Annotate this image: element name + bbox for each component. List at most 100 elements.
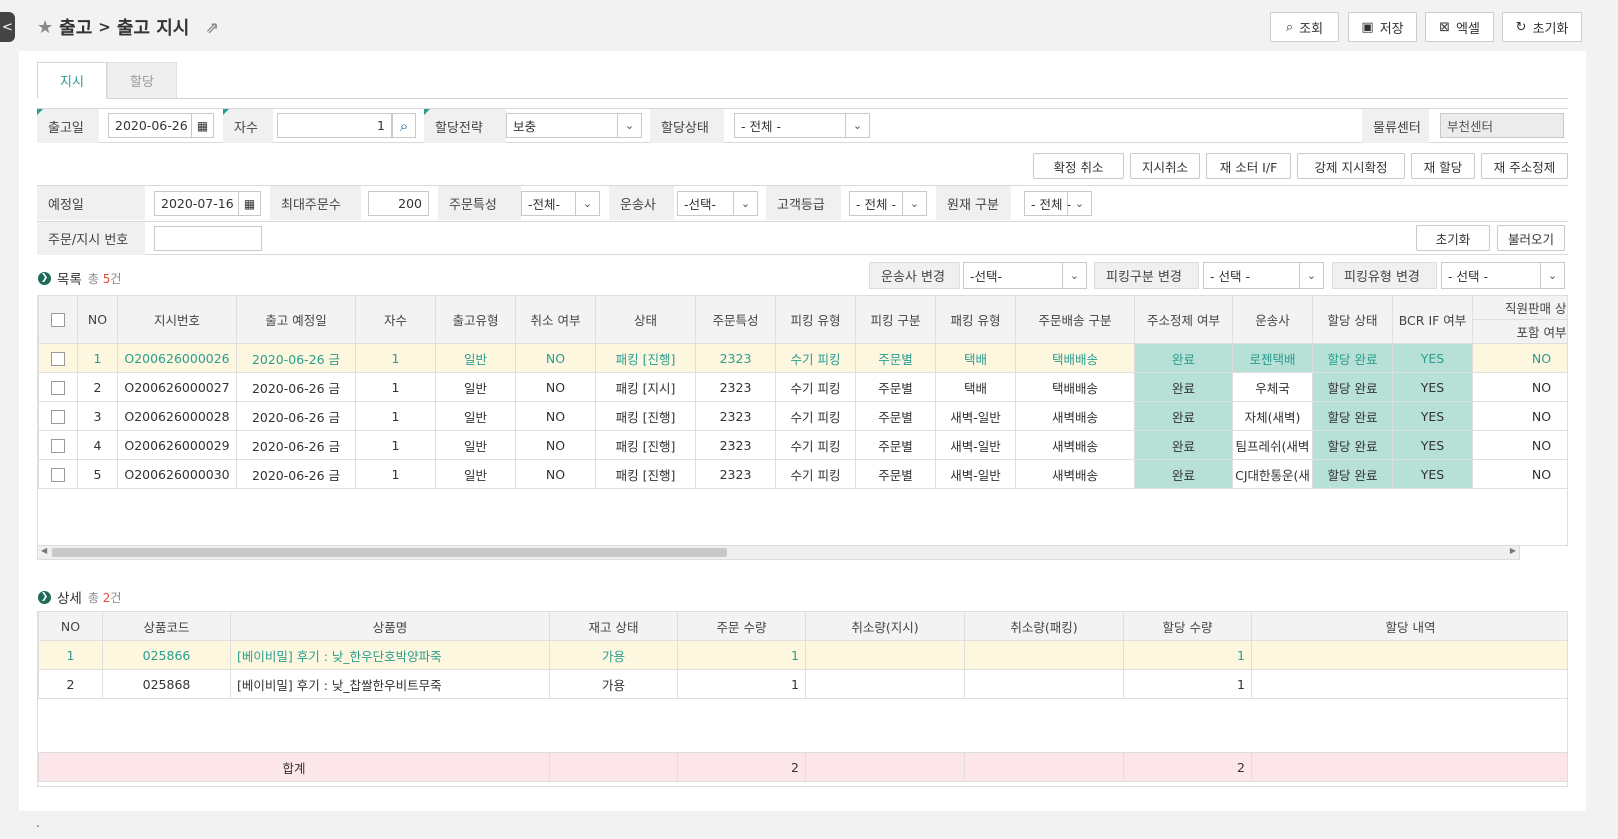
table-row[interactable]: 3 O200626000028 2020-06-26 금 1 일반 NO 패킹 [진행] 23…: [38, 401, 1567, 431]
order-attr-select[interactable]: -전체- ⌄: [521, 191, 600, 216]
detail-col-code[interactable]: 상품코드: [102, 611, 231, 641]
col-instruction-no[interactable]: 지시번호: [117, 295, 237, 344]
carrier-select[interactable]: -선택- ⌄: [677, 191, 758, 216]
pick-type-change-select[interactable]: - 선택 - ⌄: [1441, 262, 1565, 289]
col-ship-plan-date[interactable]: 출고 예정일: [236, 295, 356, 344]
filter-reset-button[interactable]: 초기화: [1416, 225, 1490, 251]
row-checkbox[interactable]: [51, 409, 65, 424]
table-row[interactable]: 4 O200626000029 2020-06-26 금 1 일반 NO 패킹 [진행] 23…: [38, 430, 1567, 460]
col-no[interactable]: NO: [77, 295, 118, 344]
col-pack-type[interactable]: 패킹 유형: [935, 295, 1016, 344]
row-checkbox[interactable]: [51, 438, 65, 453]
cell: 2020-06-26 금: [236, 372, 356, 402]
detail-col-name[interactable]: 상품명: [230, 611, 550, 641]
cell: NO: [1472, 372, 1567, 402]
tab-allocation[interactable]: 할당: [107, 62, 177, 99]
col-pick-div[interactable]: 피킹 구분: [855, 295, 936, 344]
row-checkbox-cell[interactable]: [38, 459, 78, 489]
col-employee-sale[interactable]: 직원판매 상품: [1472, 295, 1567, 320]
round-input[interactable]: 1: [277, 113, 392, 138]
filter-row-1: 출고일 2020-06-26 ▦ 자수 1 ⌕ 할당전략 보충 ⌄ 할당상태 - 전…: [37, 108, 1568, 143]
pick-div-change-select[interactable]: - 선택 - ⌄: [1203, 262, 1324, 289]
row-checkbox[interactable]: [51, 351, 65, 366]
reset-button[interactable]: ↻ 초기화: [1502, 12, 1582, 42]
table-row[interactable]: 1 025866 [베이비밀] 후기 : 낮_한우단호박양파죽 가용 1 1: [38, 640, 1567, 670]
excel-button[interactable]: ⊠ 엑셀: [1425, 12, 1494, 42]
detail-col-alloc-qty[interactable]: 할당 수량: [1123, 611, 1252, 641]
row-checkbox-cell[interactable]: [38, 430, 78, 460]
scroll-thumb[interactable]: [52, 548, 727, 557]
detail-col-no[interactable]: NO: [38, 611, 103, 641]
calendar-icon[interactable]: ▦: [238, 192, 260, 215]
tab-instruction[interactable]: 지시: [37, 62, 107, 99]
cell: 수기 피킹: [775, 401, 856, 431]
detail-col-cancel-inst[interactable]: 취소량(지시): [805, 611, 965, 641]
cell: 2323: [695, 343, 776, 373]
col-include[interactable]: 포함 여부: [1472, 319, 1567, 344]
save-button[interactable]: ▣ 저장: [1348, 12, 1417, 42]
grade-select[interactable]: - 전체 - ⌄: [849, 191, 927, 216]
share-icon[interactable]: ⇗: [205, 18, 218, 37]
resorter-if-button[interactable]: 재 소터 I/F: [1206, 153, 1291, 179]
col-delivery-div[interactable]: 주문배송 구분: [1015, 295, 1135, 344]
round-search-icon[interactable]: ⌕: [392, 113, 416, 138]
cell: 1: [355, 343, 436, 373]
col-round[interactable]: 자수: [355, 295, 436, 344]
load-button[interactable]: 불러오기: [1497, 225, 1565, 251]
plan-date-field[interactable]: 2020-07-16 ▦: [154, 191, 261, 216]
row-checkbox-cell[interactable]: [38, 343, 78, 373]
cell: 로젠택배: [1232, 343, 1313, 373]
col-address-clean[interactable]: 주소정제 여부: [1134, 295, 1233, 344]
order-no-input[interactable]: [154, 226, 262, 251]
ship-date-field[interactable]: 2020-06-26 ▦: [108, 113, 214, 138]
cell: 패킹 [진행]: [595, 430, 696, 460]
max-orders-input[interactable]: 200: [368, 191, 429, 216]
row-checkbox-cell[interactable]: [38, 372, 78, 402]
detail-col-alloc-history[interactable]: 할당 내역: [1251, 611, 1567, 641]
force-confirm-button[interactable]: 강제 지시확정: [1297, 153, 1405, 179]
col-carrier[interactable]: 운송사: [1232, 295, 1313, 344]
table-row[interactable]: 2 O200626000027 2020-06-26 금 1 일반 NO 패킹 [지시] 23…: [38, 372, 1567, 402]
select-all-checkbox[interactable]: [51, 313, 65, 328]
header-select-all[interactable]: [38, 295, 78, 344]
col-order-attr[interactable]: 주문특성: [695, 295, 776, 344]
cell: 일반: [435, 401, 516, 431]
col-status[interactable]: 상태: [595, 295, 696, 344]
sum-alloc-qty: 2: [1123, 752, 1252, 782]
plan-date-value: 2020-07-16: [161, 196, 234, 211]
alloc-status-select[interactable]: - 전체 - ⌄: [734, 113, 870, 138]
detail-col-order-qty[interactable]: 주문 수량: [677, 611, 806, 641]
table-row[interactable]: 5 O200626000030 2020-06-26 금 1 일반 NO 패킹 [진행] 23…: [38, 459, 1567, 489]
scroll-right-icon[interactable]: ▶: [1510, 546, 1516, 555]
search-button[interactable]: ⌕ 조회: [1270, 12, 1339, 42]
material-select[interactable]: - 전체 - ⌄: [1024, 191, 1092, 216]
col-bcr-if[interactable]: BCR IF 여부: [1392, 295, 1473, 344]
row-checkbox-cell[interactable]: [38, 401, 78, 431]
col-pick-type[interactable]: 피킹 유형: [775, 295, 856, 344]
instruction-cancel-button[interactable]: 지시취소: [1130, 153, 1200, 179]
table-row[interactable]: 2 025868 [베이비밀] 후기 : 낮_찹쌀한우비트무죽 가용 1 1: [38, 669, 1567, 699]
sidebar-toggle-button[interactable]: <: [0, 12, 15, 42]
readdress-button[interactable]: 재 주소정제: [1481, 153, 1568, 179]
alloc-status-label: 할당상태: [650, 109, 724, 143]
reallocate-button[interactable]: 재 할당: [1411, 153, 1475, 179]
scroll-left-icon[interactable]: ◀: [41, 546, 47, 555]
col-alloc-status[interactable]: 할당 상태: [1312, 295, 1393, 344]
confirm-cancel-button[interactable]: 확정 취소: [1033, 153, 1124, 179]
cell: [1251, 669, 1567, 699]
strategy-select[interactable]: 보충 ⌄: [506, 113, 642, 138]
row-checkbox[interactable]: [51, 380, 65, 395]
carrier-change-select[interactable]: -선택- ⌄: [963, 262, 1087, 289]
cell: 자체(새벽): [1232, 401, 1313, 431]
detail-col-cancel-pack[interactable]: 취소량(패킹): [964, 611, 1124, 641]
calendar-icon[interactable]: ▦: [191, 114, 213, 137]
col-ship-type[interactable]: 출고유형: [435, 295, 516, 344]
row-checkbox[interactable]: [51, 467, 65, 482]
star-icon[interactable]: ★: [37, 17, 53, 38]
alloc-status-value: - 전체 -: [741, 119, 781, 134]
col-cancel[interactable]: 취소 여부: [515, 295, 596, 344]
detail-col-stock[interactable]: 재고 상태: [549, 611, 678, 641]
detail-count: 총 2건: [88, 589, 122, 606]
list-horizontal-scrollbar[interactable]: ◀ ▶: [37, 545, 1520, 560]
table-row[interactable]: 1 O200626000026 2020-06-26 금 1 일반 NO 패킹 [진행] 23…: [38, 343, 1567, 373]
